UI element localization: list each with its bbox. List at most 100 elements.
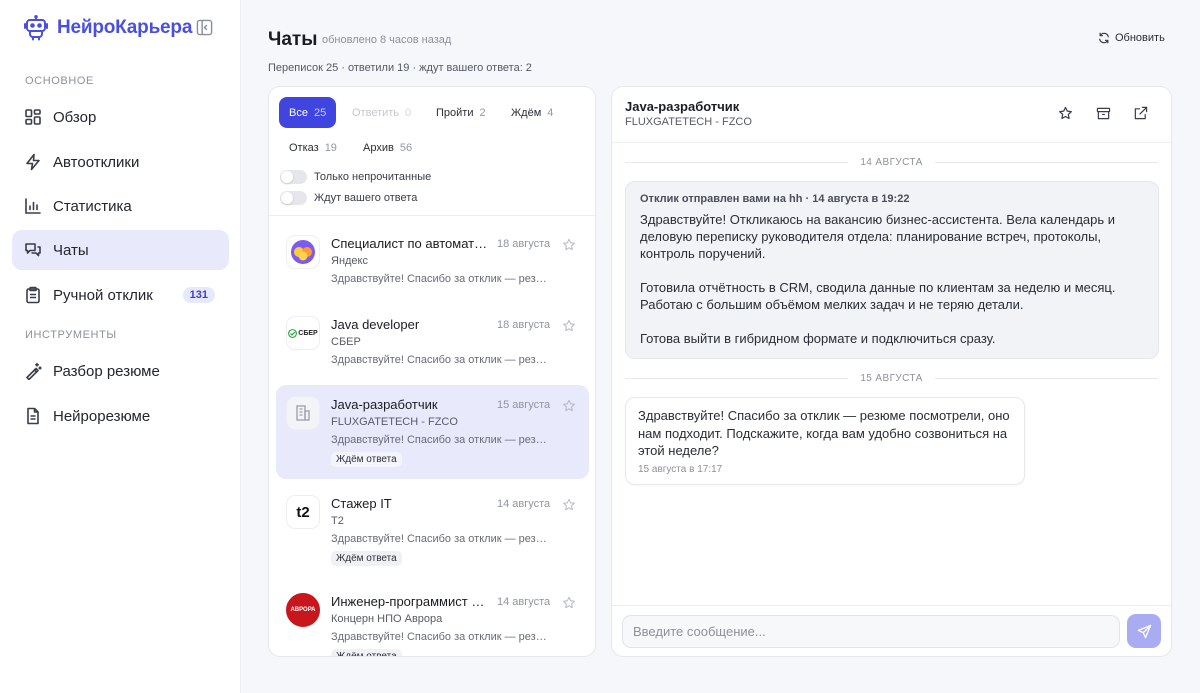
wand-icon (26, 362, 42, 380)
filter-tab-archive[interactable]: Архив 56 (353, 132, 422, 163)
filter-tab-label: Ждём (511, 106, 542, 119)
filter-tab-rejected[interactable]: Отказ 19 (279, 132, 347, 163)
star-icon[interactable] (562, 596, 576, 610)
date-separator: 14 августа (625, 157, 1158, 168)
star-icon[interactable] (1058, 106, 1073, 121)
clipboard-icon (26, 286, 40, 304)
sidebar-item-label: Чаты (53, 241, 89, 259)
refresh-button[interactable]: Обновить (1098, 32, 1165, 44)
lightning-icon (26, 153, 40, 171)
divider (269, 215, 595, 216)
outgoing-message: Отклик отправлен вами на hh · 14 августа… (625, 181, 1159, 359)
refresh-icon (1099, 32, 1109, 44)
sidebar-item-statistics[interactable]: Статистика (12, 186, 229, 226)
avrora-logo: АВРОРА (290, 607, 316, 613)
chat-preview: Здравствуйте! Спасибо за отклик — резюме… (331, 533, 551, 545)
sidebar-item-autoresponses[interactable]: Автоотклики (12, 142, 229, 182)
divider (612, 142, 1171, 143)
chat-company: СБЕР (331, 336, 361, 348)
company-avatar (286, 396, 320, 430)
date-separator: 15 августа (625, 373, 1158, 384)
divider (612, 605, 1171, 606)
filter-tab-reply[interactable]: Ответить 0 (342, 97, 421, 128)
chat-bubbles-icon (25, 243, 41, 257)
waiting-reply-toggle[interactable] (280, 191, 307, 205)
conversation-company: FLUXGATETECH - FZCO (625, 116, 752, 128)
brand[interactable]: НейроКарьера (24, 15, 192, 41)
company-avatar: СБЕР (286, 316, 320, 350)
updated-status: обновлено 8 часов назад (322, 34, 452, 46)
sidebar-item-label: Автоотклики (53, 153, 140, 171)
chat-list-item[interactable]: t2 Стажер IT 14 августа Т2 Здравствуйте!… (276, 484, 589, 576)
date-separator-label: 15 августа (860, 373, 923, 384)
message-time: 15 августа в 17:17 (638, 463, 723, 475)
filter-tab-label: Пройти (436, 106, 474, 119)
star-icon[interactable] (562, 399, 576, 413)
star-icon[interactable] (562, 319, 576, 333)
document-icon (27, 407, 39, 425)
message-input[interactable] (622, 615, 1120, 648)
chat-list-item-selected[interactable]: Java-разработчик 15 августа FLUXGATETECH… (276, 385, 589, 479)
message-body: Здравствуйте! Спасибо за отклик — резюме… (638, 408, 1010, 458)
chat-summary: Переписок 25 · ответили 19 · ждут вашего… (268, 62, 532, 74)
status-badge: Ждём ответа (331, 452, 402, 467)
date-separator-label: 14 августа (860, 157, 923, 168)
chat-date: 14 августа (497, 498, 551, 510)
message-paragraph: Здравствуйте! Откликаюсь на вакансию биз… (640, 212, 1116, 261)
filter-tab-label: Все (289, 106, 308, 119)
bar-chart-icon (25, 198, 41, 214)
chat-list-item[interactable]: АВРОРА Инженер-программист по разработке… (276, 582, 589, 656)
chat-preview: Здравствуйте! Спасибо за отклик — резюме… (331, 434, 551, 446)
chat-list-item[interactable]: СБЕР Java developer 18 августа СБЕР Здра… (276, 305, 589, 377)
refresh-label: Обновить (1115, 32, 1165, 44)
unread-only-toggle[interactable] (280, 170, 307, 184)
chat-company: Яндекс (331, 255, 368, 267)
company-avatar (286, 235, 320, 269)
yandex-logo-icon (291, 240, 315, 264)
filter-tab-all[interactable]: Все 25 (279, 97, 337, 128)
sidebar-item-chats[interactable]: Чаты (12, 230, 229, 270)
chat-list-item[interactable]: Специалист по автоматизации 18 августа Я… (276, 224, 589, 296)
sidebar-item-label: Обзор (53, 108, 97, 126)
sidebar-item-neuro-resume[interactable]: Нейрорезюме (12, 396, 229, 436)
chat-preview: Здравствуйте! Спасибо за отклик — резюме… (331, 354, 551, 366)
grid-icon (25, 109, 41, 125)
sidebar-item-resume-review[interactable]: Разбор резюме (12, 351, 229, 391)
company-avatar: t2 (286, 495, 320, 529)
sidebar-item-manual-response[interactable]: Ручной отклик 131 (12, 275, 229, 315)
star-icon[interactable] (562, 238, 576, 252)
chat-company: Концерн НПО Аврора (331, 613, 443, 625)
filter-tab-waiting[interactable]: Ждём 4 (501, 97, 563, 128)
send-button[interactable] (1127, 614, 1161, 648)
sidebar-item-label: Разбор резюме (53, 362, 160, 380)
toggle-waiting-row: Ждут вашего ответа (280, 191, 417, 205)
chat-date: 14 августа (497, 596, 551, 608)
external-link-icon[interactable] (1133, 106, 1148, 121)
chat-date: 18 августа (497, 238, 551, 250)
filter-tab-pass[interactable]: Пройти 2 (426, 97, 496, 128)
message-paragraph: Готовила отчётность в CRM, сводила данны… (640, 280, 1116, 312)
filter-tab-label: Ответить (352, 106, 400, 119)
chat-title: Стажер IT (331, 496, 392, 511)
chat-date: 18 августа (497, 319, 551, 331)
sidebar-item-label: Статистика (53, 197, 132, 215)
section-label-tools: Инструменты (25, 329, 117, 341)
status-badge: Ждём ответа (331, 551, 402, 566)
incoming-message: Здравствуйте! Спасибо за отклик — резюме… (625, 397, 1025, 485)
send-icon (1137, 624, 1151, 638)
archive-icon[interactable] (1096, 106, 1111, 121)
toggle-label: Только непрочитанные (314, 171, 432, 183)
status-badge: Ждём ответа (331, 649, 402, 656)
page-title: Чаты (268, 29, 318, 50)
chat-title: Инженер-программист по разработке ПО (331, 594, 491, 609)
company-avatar: АВРОРА (286, 593, 320, 627)
star-icon[interactable] (562, 498, 576, 512)
sidebar-item-overview[interactable]: Обзор (12, 97, 229, 137)
count-badge: 131 (182, 287, 215, 303)
chat-title: Специалист по автоматизации (331, 236, 491, 251)
chat-company: FLUXGATETECH - FZCO (331, 416, 458, 428)
chat-title: Java-разработчик (331, 397, 438, 412)
filter-tab-label: Отказ (289, 141, 319, 154)
collapse-sidebar-icon[interactable] (196, 19, 213, 36)
message-body: Здравствуйте! Откликаюсь на вакансию биз… (640, 211, 1144, 347)
